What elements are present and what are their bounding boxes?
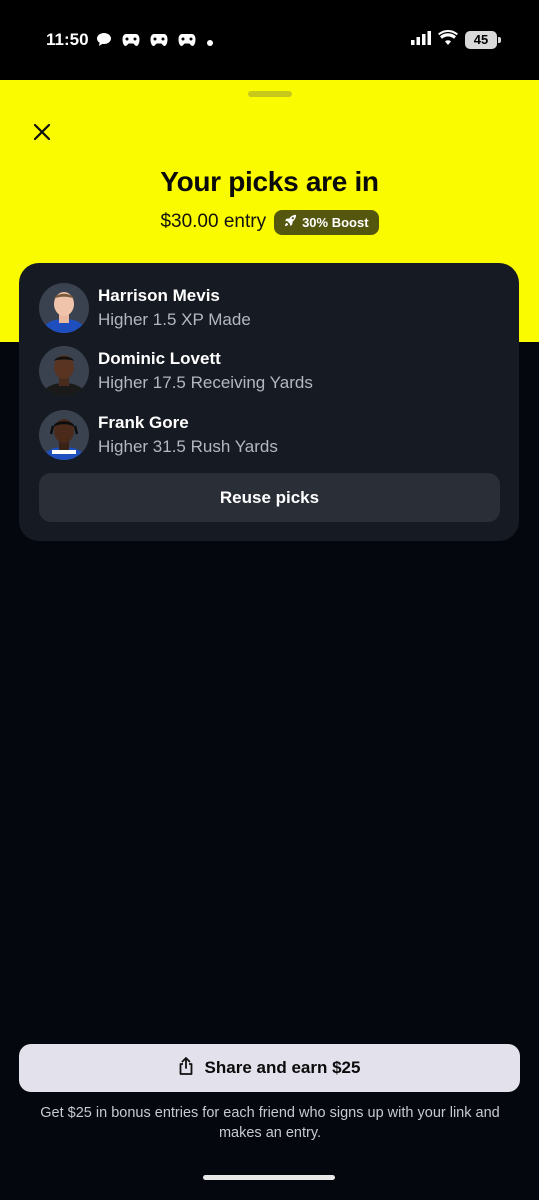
player-name: Dominic Lovett: [98, 348, 221, 368]
pick-detail: Higher 17.5 Receiving Yards: [98, 372, 313, 392]
reuse-picks-button[interactable]: Reuse picks: [39, 473, 500, 522]
game-controller-icon: [150, 33, 168, 52]
pick-row[interactable]: Frank Gore Higher 31.5 Rush Yards: [39, 409, 278, 461]
pick-row[interactable]: Dominic Lovett Higher 17.5 Receiving Yar…: [39, 345, 313, 397]
game-controller-icon: [122, 33, 140, 52]
home-indicator[interactable]: [203, 1175, 335, 1180]
player-avatar: [39, 410, 89, 460]
status-bar: 11:50 45: [0, 0, 539, 80]
close-icon[interactable]: [32, 122, 52, 142]
chat-bubble-icon: [96, 32, 112, 53]
share-icon: [179, 1056, 193, 1080]
boost-label: 30% Boost: [302, 214, 369, 230]
player-avatar: [39, 346, 89, 396]
picks-card: Harrison Mevis Higher 1.5 XP Made Domini…: [19, 263, 519, 541]
pick-detail: Higher 1.5 XP Made: [98, 309, 251, 329]
game-controller-icon: [178, 33, 196, 52]
boost-badge: 30% Boost: [274, 209, 379, 235]
notification-icons: [96, 32, 214, 53]
wifi-icon: [438, 30, 458, 50]
signal-icon: [411, 30, 431, 50]
battery-indicator: 45: [465, 31, 501, 49]
entry-amount: $30.00 entry: [160, 211, 267, 232]
status-time: 11:50: [46, 30, 89, 49]
pick-detail: Higher 31.5 Rush Yards: [98, 436, 278, 456]
entry-summary: $30.00 entry 30% Boost: [0, 208, 539, 236]
rocket-icon: [284, 214, 297, 230]
dot-icon: [206, 34, 214, 52]
page-title: Your picks are in: [160, 166, 379, 197]
player-avatar: [39, 283, 89, 333]
drag-handle[interactable]: [248, 91, 292, 97]
player-name: Frank Gore: [98, 412, 189, 432]
share-button[interactable]: Share and earn $25: [19, 1044, 520, 1092]
share-note: Get $25 in bonus entries for each friend…: [40, 1105, 500, 1141]
pick-row[interactable]: Harrison Mevis Higher 1.5 XP Made: [39, 282, 251, 334]
player-name: Harrison Mevis: [98, 285, 220, 305]
status-right: 45: [411, 30, 501, 50]
share-button-label: Share and earn $25: [204, 1058, 361, 1077]
